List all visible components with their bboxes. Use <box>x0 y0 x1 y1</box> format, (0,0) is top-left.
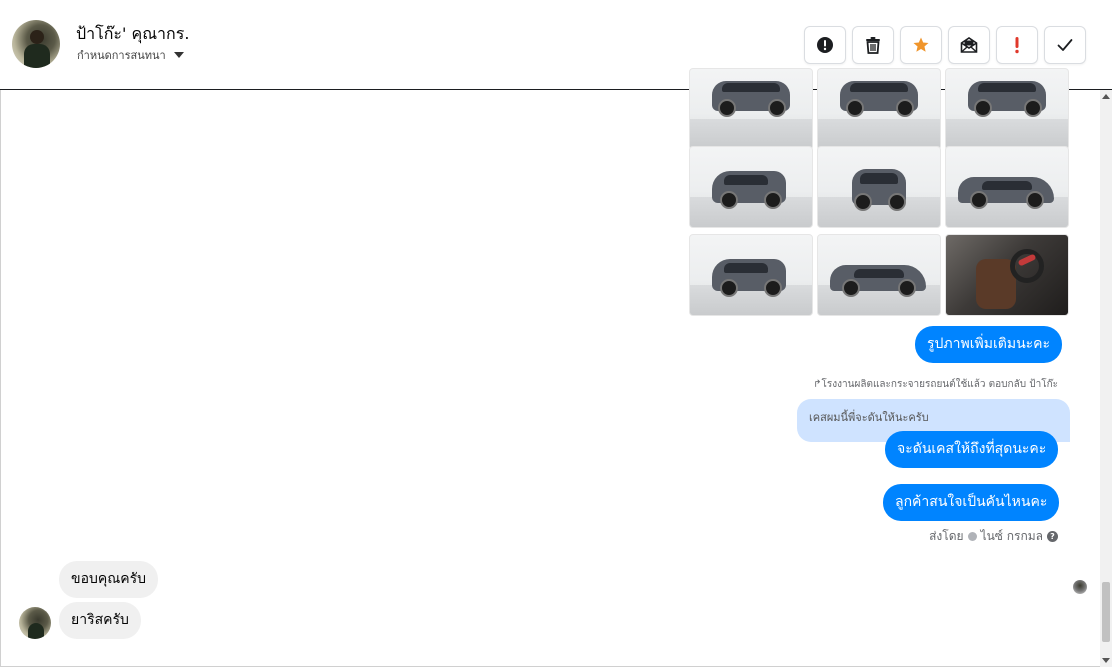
outgoing-message[interactable]: รูปภาพเพิ่มเติมนะคะ <box>915 326 1063 363</box>
header-actions <box>804 26 1086 64</box>
done-button[interactable] <box>1044 26 1086 64</box>
envelope-open-icon <box>960 37 978 53</box>
contact-avatar[interactable] <box>12 20 60 68</box>
incoming-message[interactable]: ขอบคุณครับ <box>59 561 158 598</box>
sent-by-name[interactable]: ไนซ์ กรกมล <box>981 527 1043 546</box>
caret-down-icon <box>173 52 184 58</box>
car-photo-rear-quarter[interactable] <box>689 146 813 228</box>
seen-avatar <box>1073 580 1087 594</box>
sent-by-label: ส่งโดย <box>929 529 964 543</box>
outgoing-message[interactable]: จะดันเคสให้ถึงที่สุดนะคะ <box>885 431 1059 468</box>
star-icon <box>913 37 929 52</box>
scroll-down-arrow-icon[interactable] <box>1102 658 1110 663</box>
car-photo-rear-quarter[interactable] <box>689 234 813 316</box>
sender-avatar[interactable] <box>19 607 51 639</box>
car-photo-front[interactable] <box>945 68 1069 150</box>
mark-unread-button[interactable] <box>948 26 990 64</box>
star-button[interactable] <box>900 26 942 64</box>
car-photo-front[interactable] <box>817 68 941 150</box>
conversation-settings-label: กำหนดการสนทนา <box>77 49 166 62</box>
scroll-up-arrow-icon[interactable] <box>1102 94 1110 99</box>
delete-button[interactable] <box>852 26 894 64</box>
scrollbar[interactable] <box>1100 90 1112 667</box>
incoming-message[interactable]: ยาริสครับ <box>59 602 141 639</box>
agent-icon <box>967 532 977 541</box>
car-photo-front[interactable] <box>689 68 813 150</box>
car-photo-side[interactable] <box>945 146 1069 228</box>
conversation-settings-dropdown[interactable]: กำหนดการสนทนา <box>77 46 184 64</box>
message-thread[interactable]: รูปภาพเพิ่มเติมนะคะ ↱โรงงานผลิตและกระจาย… <box>0 68 1100 667</box>
checkmark-icon <box>1057 39 1073 51</box>
exclamation-circle-icon <box>817 37 833 53</box>
car-photo-side[interactable] <box>817 234 941 316</box>
sent-by-info: ส่งโดย ไนซ์ กรกมล ? <box>929 527 1058 546</box>
scrollbar-thumb[interactable] <box>1102 582 1110 642</box>
help-icon[interactable]: ? <box>1047 531 1058 542</box>
reply-indicator: ↱โรงงานผลิตและกระจายรถยนต์ใช้แล้ว ตอบกลั… <box>813 379 1058 390</box>
car-photo-interior[interactable] <box>945 234 1069 316</box>
exclamation-icon <box>1015 37 1019 54</box>
trash-icon <box>866 37 880 54</box>
outgoing-message[interactable]: ลูกค้าสนใจเป็นคันไหนคะ <box>883 484 1060 521</box>
car-photo-rear[interactable] <box>817 146 941 228</box>
flag-button[interactable] <box>996 26 1038 64</box>
report-button[interactable] <box>804 26 846 64</box>
contact-name[interactable]: ป้าโก๊ะ' คุณากร. <box>76 22 189 47</box>
